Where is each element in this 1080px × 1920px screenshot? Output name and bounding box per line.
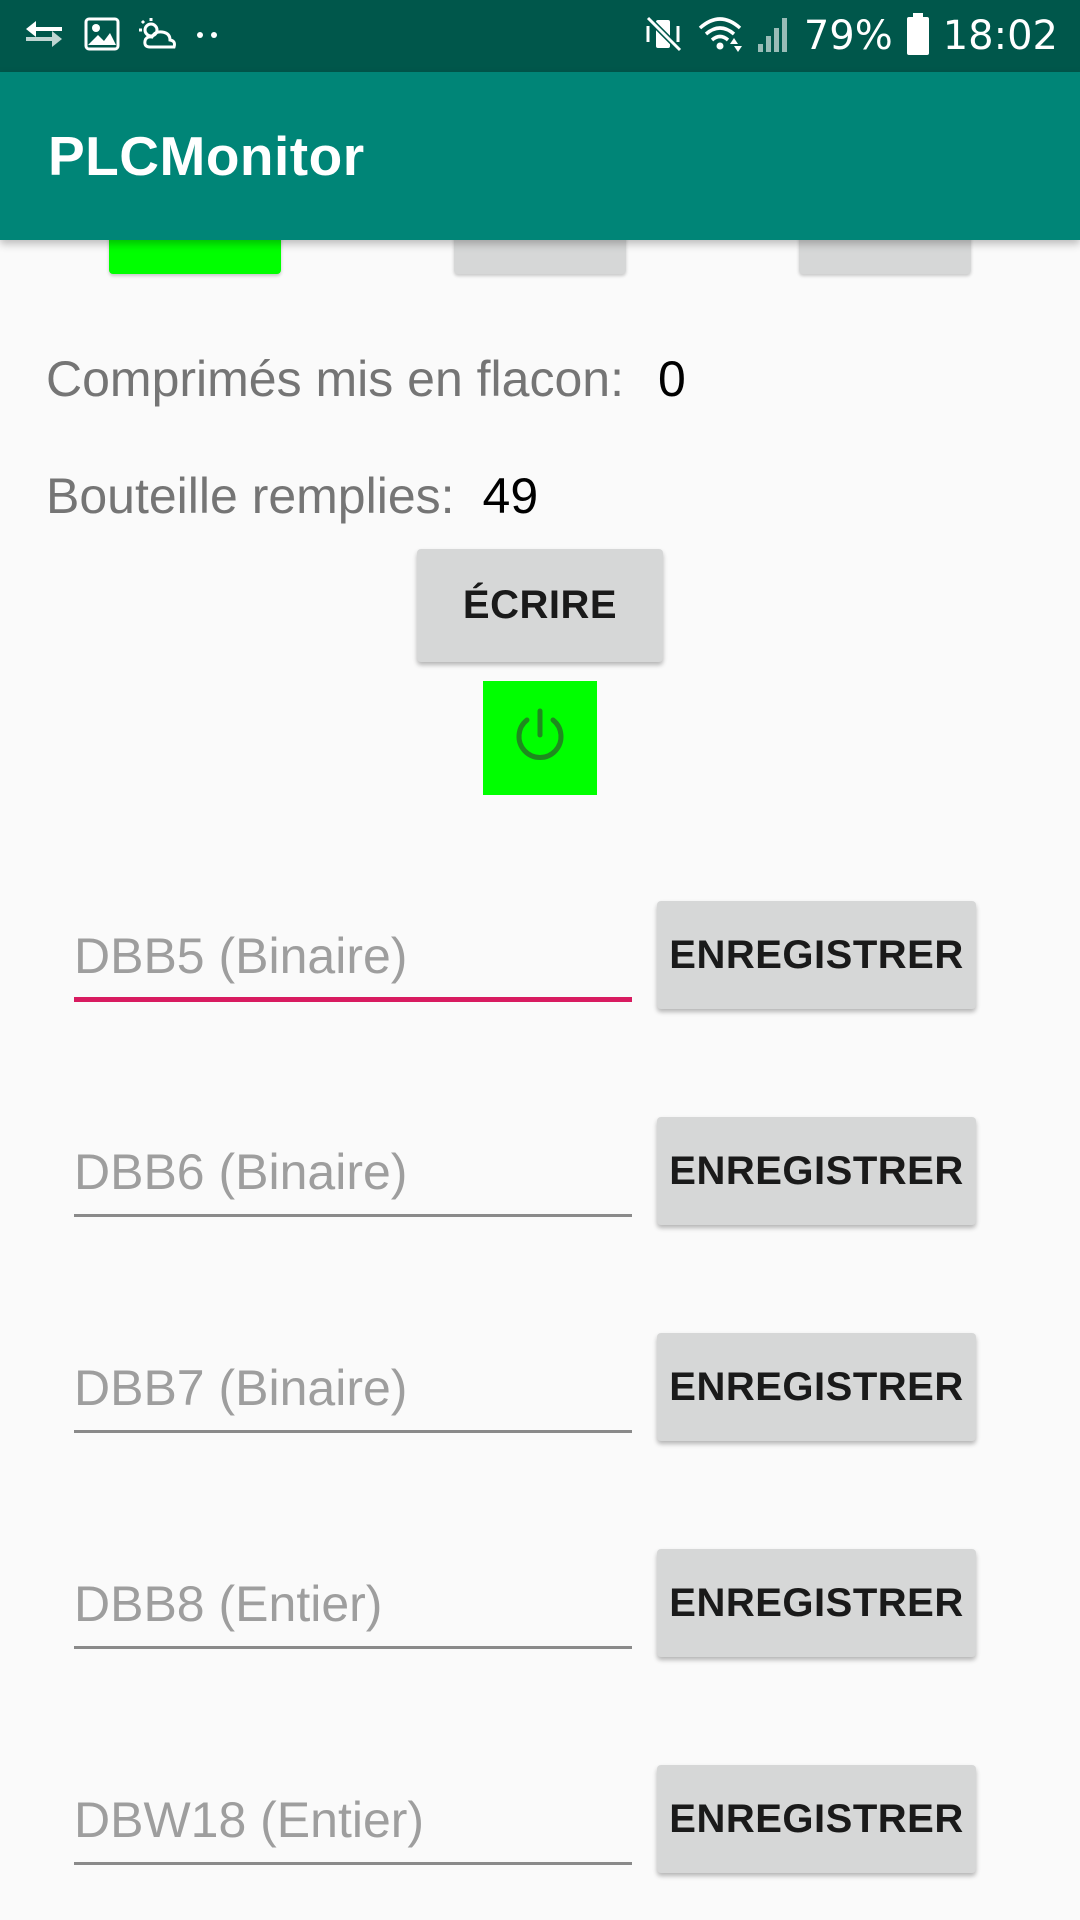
dbb6-underline: [74, 1214, 632, 1217]
dbw18-underline: [74, 1862, 632, 1865]
dbb5-underline: [74, 997, 632, 1002]
tablets-value: 0: [657, 351, 686, 407]
dbb7-placeholder: DBB7 (Binaire): [74, 1360, 408, 1416]
dbb7-underline: [74, 1430, 632, 1433]
dbb5-placeholder: DBB5 (Binaire): [74, 928, 408, 984]
save-dbw18-button[interactable]: ENREGISTRER: [657, 1765, 976, 1873]
dbb6-placeholder: DBB6 (Binaire): [74, 1144, 408, 1200]
tablets-row: Comprimés mis en flacon: 0: [46, 350, 686, 408]
clock: 18:02: [942, 13, 1058, 59]
app-title: PLCMonitor: [48, 125, 365, 187]
bottles-label: Bouteille remplies:: [46, 468, 455, 524]
power-button[interactable]: [483, 681, 597, 795]
save-dbb5-button[interactable]: ENREGISTRER: [657, 901, 976, 1009]
battery-icon: [906, 12, 929, 60]
dbb5-field[interactable]: DBB5 (Binaire): [74, 921, 632, 1002]
weather-icon: [138, 17, 178, 56]
status-bar-left: [22, 14, 220, 58]
dbb8-underline: [74, 1646, 632, 1649]
dbb6-field[interactable]: DBB6 (Binaire): [74, 1137, 632, 1217]
more-dots-icon: [196, 27, 220, 45]
dbb8-field[interactable]: DBB8 (Entier): [74, 1569, 632, 1649]
save-dbb7-button[interactable]: ENREGISTRER: [657, 1333, 976, 1441]
save-dbb6-button[interactable]: ENREGISTRER: [657, 1117, 976, 1225]
usb-transfer-icon: [22, 19, 66, 54]
image-icon: [84, 17, 120, 56]
dbb7-field[interactable]: DBB7 (Binaire): [74, 1353, 632, 1433]
write-button[interactable]: ÉCRIRE: [417, 549, 663, 662]
save-dbb8-button[interactable]: ENREGISTRER: [657, 1549, 976, 1657]
battery-percent: 79%: [803, 13, 893, 59]
bottles-value: 49: [482, 468, 539, 524]
power-icon: [510, 706, 570, 771]
status-bar: 79% 18:02: [0, 0, 1080, 72]
wifi-icon: [698, 14, 742, 59]
dbb8-placeholder: DBB8 (Entier): [74, 1576, 383, 1632]
status-bar-right: 79% 18:02: [644, 10, 1058, 62]
dbw18-placeholder: DBW18 (Entier): [74, 1792, 425, 1848]
dbw18-field[interactable]: DBW18 (Entier): [74, 1785, 632, 1865]
tablets-label: Comprimés mis en flacon:: [46, 351, 624, 407]
bottles-row: Bouteille remplies: 49: [46, 467, 538, 525]
signal-icon: [756, 14, 790, 59]
mute-vibrate-icon: [644, 14, 684, 59]
app-bar: PLCMonitor: [0, 72, 1080, 240]
